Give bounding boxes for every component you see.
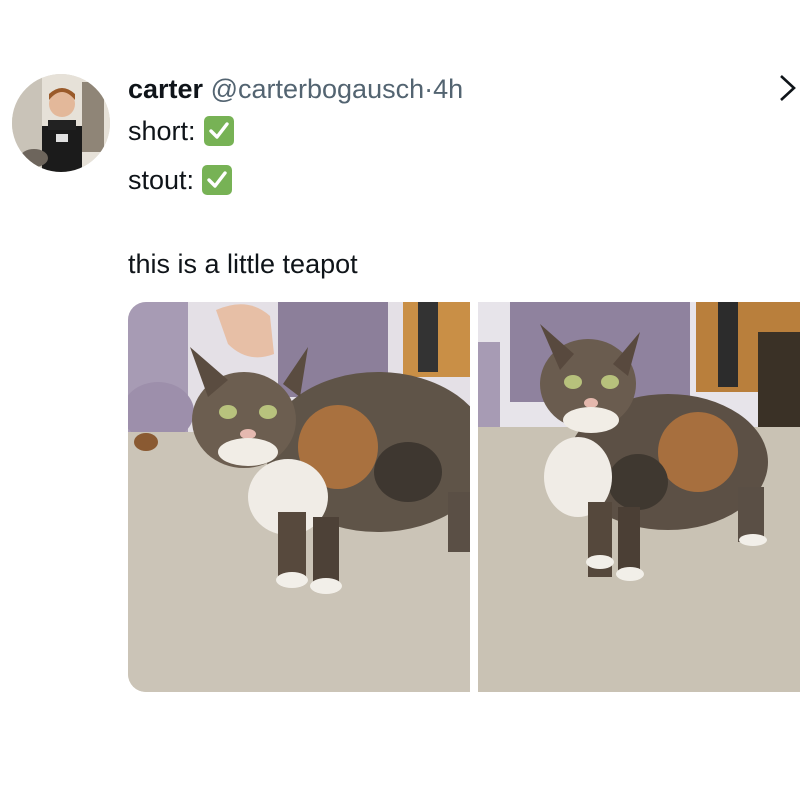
display-name[interactable]: carter bbox=[128, 74, 203, 104]
separator-dot: · bbox=[424, 74, 434, 104]
check-mark-icon bbox=[203, 116, 234, 146]
tweet-line-stout: stout: bbox=[128, 163, 233, 197]
line-label: stout: bbox=[128, 165, 195, 195]
user-handle[interactable]: @carterbogausch bbox=[211, 74, 425, 104]
chevron-icon[interactable] bbox=[778, 70, 798, 106]
check-mark-icon bbox=[202, 165, 233, 195]
media-grid[interactable] bbox=[128, 302, 800, 692]
tweet-text: this is a little teapot bbox=[128, 249, 358, 279]
timestamp[interactable]: 4h bbox=[433, 74, 463, 104]
avatar-photo bbox=[12, 74, 110, 172]
line-label: short: bbox=[128, 116, 196, 146]
avatar[interactable] bbox=[12, 74, 110, 172]
cat-photo-left[interactable] bbox=[128, 302, 470, 692]
tweet-line-short: short: bbox=[128, 114, 234, 148]
tweet-header: carter @carterbogausch·4h bbox=[128, 72, 463, 106]
cat-photo-right[interactable] bbox=[478, 302, 800, 692]
